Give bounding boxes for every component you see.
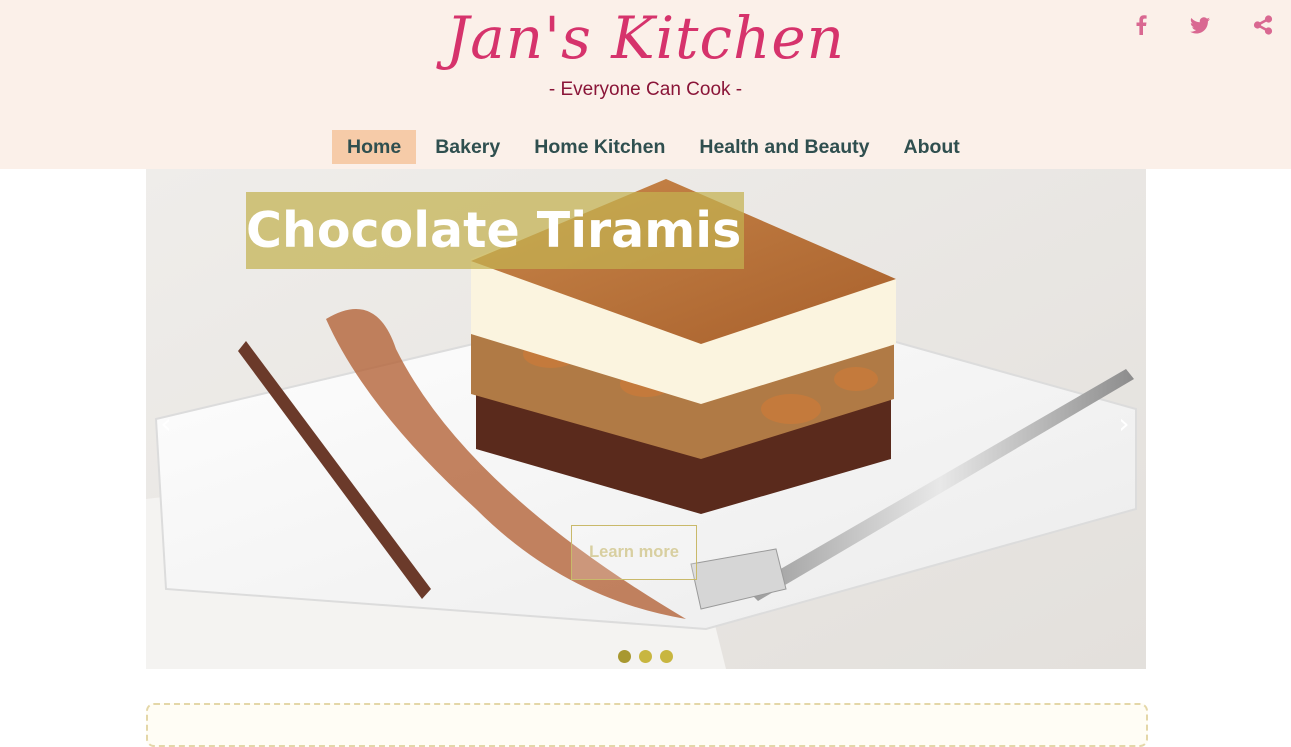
carousel-dot-1[interactable]	[618, 650, 631, 663]
content-section-box	[146, 703, 1148, 747]
share-icon[interactable]	[1248, 10, 1278, 40]
slide-title: Chocolate Tiramisu	[246, 192, 744, 269]
twitter-icon[interactable]	[1185, 10, 1215, 40]
nav-item-home[interactable]: Home	[332, 130, 417, 164]
carousel-indicators	[0, 650, 1291, 664]
nav-item-home-kitchen[interactable]: Home Kitchen	[519, 130, 680, 164]
nav-item-about[interactable]: About	[888, 130, 974, 164]
site-header: Jan's Kitchen - Everyone Can Cook - Home…	[0, 0, 1291, 169]
site-title[interactable]: Jan's Kitchen	[0, 0, 1291, 76]
nav-item-health-and-beauty[interactable]: Health and Beauty	[684, 130, 884, 164]
hero-carousel[interactable]: Chocolate Tiramisu Learn more ‹ ›	[146, 169, 1146, 669]
learn-more-button[interactable]: Learn more	[571, 525, 697, 580]
carousel-dot-3[interactable]	[660, 650, 673, 663]
carousel-next-arrow[interactable]: ›	[1112, 409, 1136, 439]
carousel-dot-2[interactable]	[639, 650, 652, 663]
main-nav: Home Bakery Home Kitchen Health and Beau…	[332, 130, 979, 164]
site-tagline: - Everyone Can Cook -	[548, 79, 743, 100]
facebook-icon[interactable]	[1126, 10, 1156, 40]
nav-item-bakery[interactable]: Bakery	[420, 130, 515, 164]
carousel-prev-arrow[interactable]: ‹	[154, 409, 178, 439]
